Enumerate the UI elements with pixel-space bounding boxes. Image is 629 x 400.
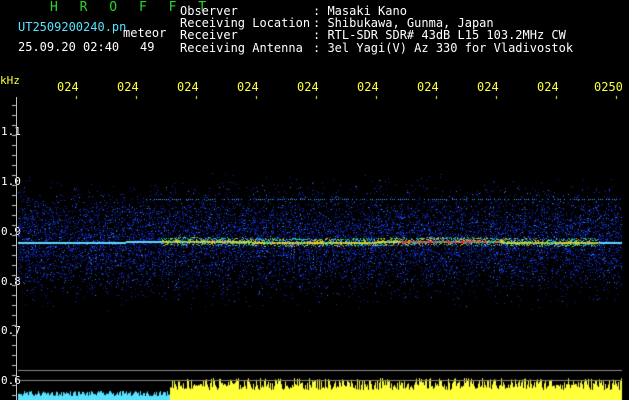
time-tick: 024 xyxy=(57,80,79,94)
time-tick: 024 xyxy=(237,80,259,94)
freq-tick: 0.9 xyxy=(1,225,21,238)
freq-tick: 0.7 xyxy=(1,324,21,337)
date-time: 25.09.20 02:40 xyxy=(18,40,120,54)
waterfall-spectrogram xyxy=(0,0,629,400)
frequency-unit-label: kHz xyxy=(0,74,20,87)
time-tick: 024 xyxy=(477,80,499,94)
time-tick: 024 xyxy=(297,80,319,94)
time-tick: 0250 xyxy=(594,80,623,94)
freq-tick: 1.1 xyxy=(1,125,21,138)
time-tick: 024 xyxy=(117,80,139,94)
time-tick: 024 xyxy=(357,80,379,94)
time-tick: 024 xyxy=(177,80,199,94)
frequency-axis-line xyxy=(16,97,17,400)
freq-tick: 1.0 xyxy=(1,175,21,188)
freq-tick: 0.6 xyxy=(1,374,21,387)
time-tick: 024 xyxy=(537,80,559,94)
freq-tick: 0.8 xyxy=(1,275,21,288)
station-info-labels: Observer Receiving Location Receiver Rec… xyxy=(180,4,311,55)
station-info-values: : Masaki Kano : Shibukawa, Gunma, Japan … xyxy=(313,4,574,55)
file-name: UT2509200240.pn xyxy=(18,20,127,34)
detection-kind: meteor xyxy=(123,26,167,40)
echo-count: 49 xyxy=(140,40,155,54)
hrofft-waterfall-screen: H R O F F T UT2509200240.pn meteor 25.09… xyxy=(0,0,629,400)
time-tick: 024 xyxy=(417,80,439,94)
